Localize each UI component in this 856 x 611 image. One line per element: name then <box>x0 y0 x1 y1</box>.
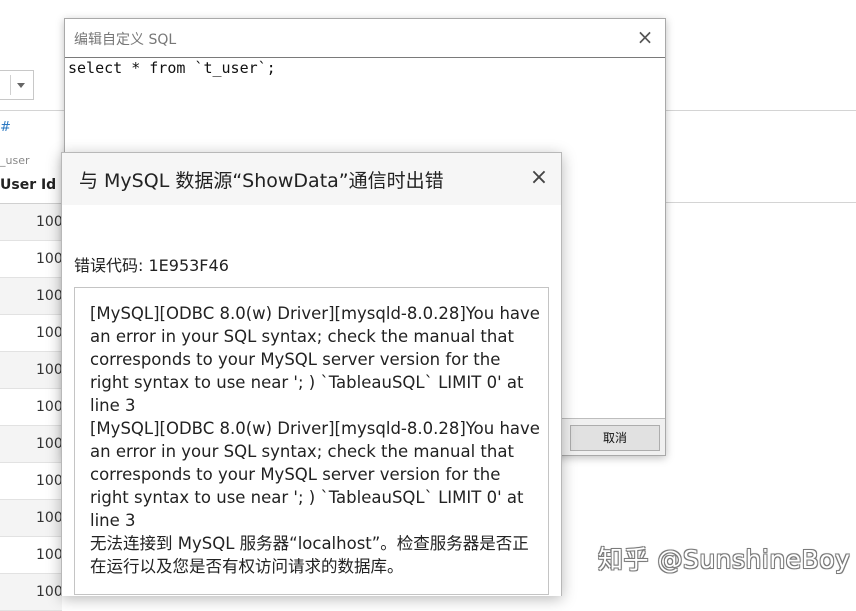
connection-error-dialog: 与 MySQL 数据源“ShowData”通信时出错 × 错误代码: 1E953… <box>61 152 562 596</box>
table-cell-user-id: 100 <box>36 399 63 415</box>
table-cell-user-id: 100 <box>36 436 63 452</box>
error-message-text: [MySQL][ODBC 8.0(w) Driver][mysqld-8.0.2… <box>90 302 540 578</box>
dropdown-divider <box>10 75 11 95</box>
table-cell-user-id: 100 <box>36 473 63 489</box>
table-row[interactable]: 100 <box>0 426 63 463</box>
table-row[interactable]: 100 <box>0 537 63 574</box>
close-icon[interactable]: × <box>527 165 551 191</box>
column-source-label: _user <box>0 154 30 167</box>
error-message-box[interactable]: [MySQL][ODBC 8.0(w) Driver][mysqld-8.0.2… <box>74 287 549 595</box>
table-row[interactable]: 100 <box>0 352 63 389</box>
zhihu-watermark: 知乎 @SunshineBoy <box>598 545 851 574</box>
table-cell-user-id: 100 <box>36 362 63 378</box>
number-type-icon: # <box>0 120 11 135</box>
column-header-user-id[interactable]: User Id <box>0 177 56 193</box>
table-cell-user-id: 100 <box>36 325 63 341</box>
table-row[interactable]: 100 <box>0 278 63 315</box>
table-row[interactable]: 100 <box>0 241 63 278</box>
error-message-line: [MySQL][ODBC 8.0(w) Driver][mysqld-8.0.2… <box>90 304 540 415</box>
table-cell-user-id: 100 <box>36 510 63 526</box>
error-dialog-title: 与 MySQL 数据源“ShowData”通信时出错 <box>79 170 444 192</box>
field-dropdown[interactable] <box>0 70 34 100</box>
table-cell-user-id: 100 <box>36 214 63 230</box>
chevron-down-icon <box>17 83 25 88</box>
table-cell-user-id: 100 <box>36 288 63 304</box>
table-row[interactable]: 100 <box>0 389 63 426</box>
table-row[interactable]: 100 <box>0 315 63 352</box>
table-row[interactable]: 100 <box>0 204 63 241</box>
error-message-line: [MySQL][ODBC 8.0(w) Driver][mysqld-8.0.2… <box>90 419 540 530</box>
table-cell-user-id: 100 <box>36 251 63 267</box>
table-cell-user-id: 100 <box>36 547 63 563</box>
close-icon[interactable]: × <box>633 25 657 49</box>
table-row[interactable]: 100 <box>0 463 63 500</box>
cancel-button[interactable]: 取消 <box>570 425 660 451</box>
table-cell-user-id: 100 <box>36 584 63 600</box>
error-code-label: 错误代码: 1E953F46 <box>74 256 229 275</box>
sql-dialog-title: 编辑自定义 SQL <box>74 32 177 48</box>
sql-dialog-titlebar: 编辑自定义 SQL × <box>65 19 665 57</box>
error-message-line: 无法连接到 MySQL 服务器“localhost”。检查服务器是否正在运行以及… <box>90 534 529 576</box>
table-row[interactable]: 100 <box>0 500 63 537</box>
data-grid-rows: 100 100 100 100 100 100 100 100 100 100 100 <box>0 204 63 611</box>
table-row[interactable]: 100 <box>0 574 63 611</box>
error-dialog-titlebar: 与 MySQL 数据源“ShowData”通信时出错 × <box>62 153 561 205</box>
